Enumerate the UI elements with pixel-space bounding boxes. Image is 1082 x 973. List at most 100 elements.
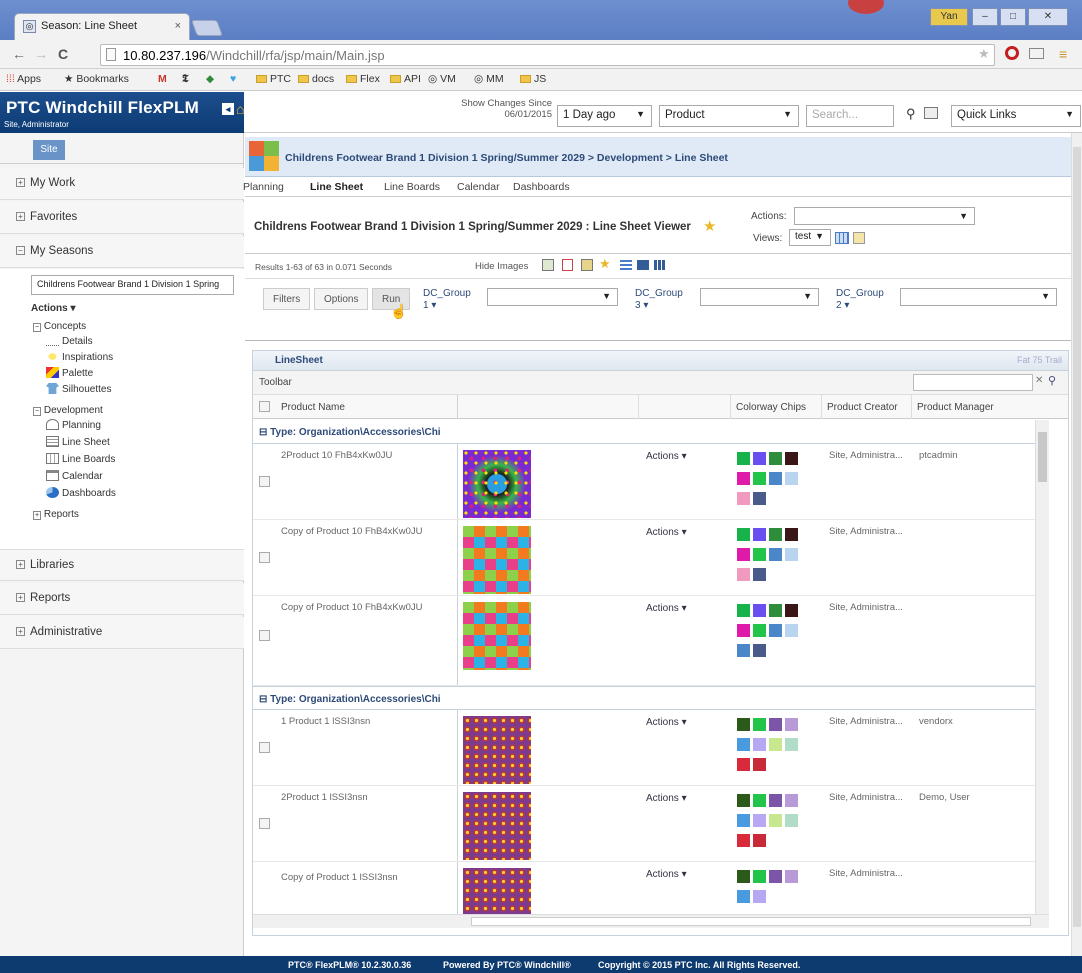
colorway-chip[interactable] bbox=[769, 738, 782, 751]
colorway-chip[interactable] bbox=[737, 890, 750, 903]
colorway-chip[interactable] bbox=[753, 528, 766, 541]
group-header[interactable]: ⊟ Type: Organization\Accessories\Chi bbox=[253, 420, 1035, 444]
new-tab-button[interactable] bbox=[191, 20, 223, 36]
colorway-chip[interactable] bbox=[785, 528, 798, 541]
colorway-chip[interactable] bbox=[753, 718, 766, 731]
dc-group-1-select[interactable]: ▼ bbox=[487, 288, 618, 306]
gmail-icon[interactable]: M bbox=[158, 73, 167, 85]
close-window-button[interactable]: ✕ bbox=[1028, 8, 1068, 26]
product-name[interactable]: 1 Product 1 lSSI3nsn bbox=[281, 716, 370, 727]
app-logo[interactable]: PTC Windchill FlexPLM Site, Administrato… bbox=[0, 92, 244, 133]
colorway-chip[interactable] bbox=[769, 452, 782, 465]
edit-view-icon[interactable] bbox=[853, 232, 865, 244]
grid-horizontal-scrollbar[interactable] bbox=[253, 914, 1049, 928]
row-actions-menu[interactable]: Actions ▾ bbox=[646, 527, 687, 538]
row-actions-menu[interactable]: Actions ▾ bbox=[646, 793, 687, 804]
select-all-checkbox[interactable] bbox=[259, 401, 270, 412]
options-button[interactable]: Options bbox=[314, 288, 369, 310]
sidebar-actions-menu[interactable]: Actions ▾ bbox=[31, 303, 75, 314]
colorway-chip[interactable] bbox=[753, 452, 766, 465]
opera-icon[interactable] bbox=[1005, 46, 1019, 60]
tree-concepts[interactable]: − Concepts bbox=[33, 321, 86, 332]
row-actions-menu[interactable]: Actions ▾ bbox=[646, 451, 687, 462]
colorway-chip[interactable] bbox=[737, 568, 750, 581]
colorway-chip[interactable] bbox=[785, 452, 798, 465]
site-tab[interactable]: Site bbox=[33, 140, 65, 160]
colorway-chip[interactable] bbox=[753, 644, 766, 657]
colorway-chip[interactable] bbox=[737, 452, 750, 465]
bookmark-green-icon[interactable]: ◆ bbox=[206, 73, 214, 85]
quick-links-select[interactable]: Quick Links ▼ bbox=[951, 105, 1081, 127]
tab-dashboards[interactable]: Dashboards bbox=[513, 181, 570, 193]
bookmark-js[interactable]: JS bbox=[520, 73, 546, 85]
colorway-chip[interactable] bbox=[769, 604, 782, 617]
tab-calendar[interactable]: Calendar bbox=[457, 181, 500, 193]
cast-icon[interactable] bbox=[1029, 48, 1044, 59]
tab-line-boards[interactable]: Line Boards bbox=[384, 181, 440, 193]
search-input[interactable]: Search... bbox=[806, 105, 894, 127]
grid-vertical-scrollbar[interactable] bbox=[1035, 420, 1049, 914]
reload-icon[interactable]: C bbox=[58, 46, 68, 62]
tree-reports[interactable]: + Reports bbox=[33, 509, 79, 520]
colorway-chip[interactable] bbox=[753, 604, 766, 617]
bookmark-apps[interactable]: ⁞⁞⁞ Apps bbox=[6, 73, 41, 85]
col-product-name[interactable]: Product Name bbox=[281, 396, 345, 420]
viewer-actions-select[interactable]: ▼ bbox=[794, 207, 975, 225]
product-thumbnail[interactable] bbox=[463, 716, 531, 784]
address-bar[interactable]: 10.80.237.196/Windchill/rfa/jsp/main/Mai… bbox=[100, 44, 995, 66]
colorway-chip[interactable] bbox=[769, 814, 782, 827]
colorway-chip[interactable] bbox=[737, 644, 750, 657]
breadcrumb-season[interactable]: Childrens Footwear Brand 1 Division 1 Sp… bbox=[285, 152, 585, 164]
section-libraries[interactable]: + Libraries bbox=[0, 549, 244, 581]
list-view-icon[interactable] bbox=[620, 260, 632, 270]
colorway-chip[interactable] bbox=[737, 548, 750, 561]
colorway-chip[interactable] bbox=[737, 738, 750, 751]
breadcrumb-development[interactable]: Development bbox=[597, 152, 663, 164]
product-name[interactable]: Copy of Product 10 FhB4xKw0JU bbox=[281, 526, 423, 537]
colorway-chip[interactable] bbox=[753, 758, 766, 771]
product-thumbnail[interactable] bbox=[463, 792, 531, 860]
product-thumbnail[interactable] bbox=[463, 602, 531, 670]
collapse-icon[interactable]: ◂ bbox=[222, 103, 234, 115]
twitter-icon[interactable]: ♥ bbox=[230, 73, 236, 85]
bookmark-flex[interactable]: Flex bbox=[346, 73, 380, 85]
row-checkbox[interactable] bbox=[259, 476, 270, 487]
colorway-chip[interactable] bbox=[769, 870, 782, 883]
tree-item-inspirations[interactable]: Inspirations bbox=[46, 351, 113, 363]
browser-tab[interactable]: ◎ Season: Line Sheet × bbox=[14, 13, 190, 40]
table-row[interactable]: 1 Product 1 lSSI3nsn Actions ▾ Site, Adm… bbox=[253, 710, 1035, 786]
forward-icon[interactable]: → bbox=[34, 46, 48, 62]
season-select[interactable]: Childrens Footwear Brand 1 Division 1 Sp… bbox=[31, 275, 234, 295]
colorway-chip[interactable] bbox=[785, 870, 798, 883]
minimize-button[interactable]: – bbox=[972, 8, 998, 26]
table-row[interactable]: 2Product 10 FhB4xKw0JU Actions ▾ Site, A… bbox=[253, 444, 1035, 520]
dc-group-3-select[interactable]: ▼ bbox=[700, 288, 819, 306]
section-favorites[interactable]: + Favorites bbox=[0, 202, 244, 234]
product-name[interactable]: 2Product 1 lSSI3nsn bbox=[281, 792, 368, 803]
colorway-chip[interactable] bbox=[737, 718, 750, 731]
table-row[interactable]: Copy of Product 10 FhB4xKw0JU Actions ▾ … bbox=[253, 520, 1035, 596]
star-icon[interactable]: ★ bbox=[978, 46, 990, 62]
tree-item-palette[interactable]: Palette bbox=[46, 367, 93, 379]
back-icon[interactable]: ← bbox=[12, 46, 26, 62]
tree-item-dashboards[interactable]: Dashboards bbox=[46, 487, 116, 499]
bookmark-docs[interactable]: docs bbox=[298, 73, 334, 85]
colorway-chip[interactable] bbox=[737, 834, 750, 847]
colorway-chip[interactable] bbox=[753, 814, 766, 827]
colorway-chip[interactable] bbox=[753, 492, 766, 505]
tree-development[interactable]: − Development bbox=[33, 405, 103, 416]
views-select[interactable]: test ▼ bbox=[789, 229, 831, 246]
bookmark-api[interactable]: API bbox=[390, 73, 421, 85]
tab-planning[interactable]: Planning bbox=[243, 181, 284, 193]
bookmark-bookmarks[interactable]: ★ Bookmarks bbox=[64, 73, 129, 85]
colorway-chip[interactable] bbox=[737, 528, 750, 541]
colorway-chip[interactable] bbox=[753, 834, 766, 847]
tree-item-calendar[interactable]: Calendar bbox=[46, 470, 103, 482]
colorway-chip[interactable] bbox=[785, 472, 798, 485]
colorway-chip[interactable] bbox=[737, 758, 750, 771]
col-product-creator[interactable]: Product Creator bbox=[827, 396, 898, 420]
tree-item-details[interactable]: Details bbox=[46, 335, 93, 347]
tab-line-sheet[interactable]: Line Sheet bbox=[310, 181, 363, 193]
product-name[interactable]: Copy of Product 1 lSSI3nsn bbox=[281, 872, 398, 883]
colorway-chip[interactable] bbox=[753, 794, 766, 807]
